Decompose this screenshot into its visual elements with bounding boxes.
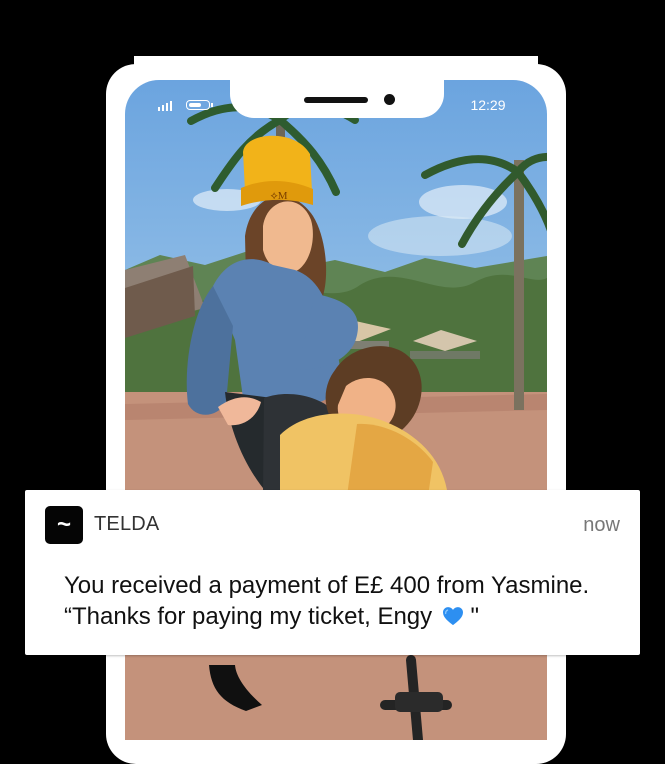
- front-camera: [384, 94, 395, 105]
- notification-time: now: [583, 514, 620, 536]
- signal-bars-icon: [158, 101, 172, 111]
- battery-level: [189, 103, 201, 107]
- phone-notch: [230, 64, 444, 118]
- status-time: 12:29: [470, 97, 506, 113]
- notification-app-name: TELDA: [94, 513, 160, 535]
- notification-message-line-2: “Thanks for paying my ticket, Engy ": [64, 601, 624, 632]
- notification-message-line-1: You received a payment of E£ 400 from Ya…: [64, 572, 590, 599]
- notification-message: You received a payment of E£ 400 from Ya…: [64, 570, 624, 632]
- notification-message-quote: “Thanks for paying my ticket, Engy: [64, 603, 433, 630]
- notification-message-end: ": [470, 603, 480, 630]
- blue-heart-icon: [442, 607, 463, 626]
- battery-icon: [186, 100, 213, 110]
- tilde-icon: ~: [45, 506, 83, 544]
- speaker-grille: [304, 97, 368, 103]
- svg-text:⟡M: ⟡M: [270, 190, 287, 202]
- payment-notification[interactable]: ~ TELDA now You received a payment of E£…: [25, 490, 640, 655]
